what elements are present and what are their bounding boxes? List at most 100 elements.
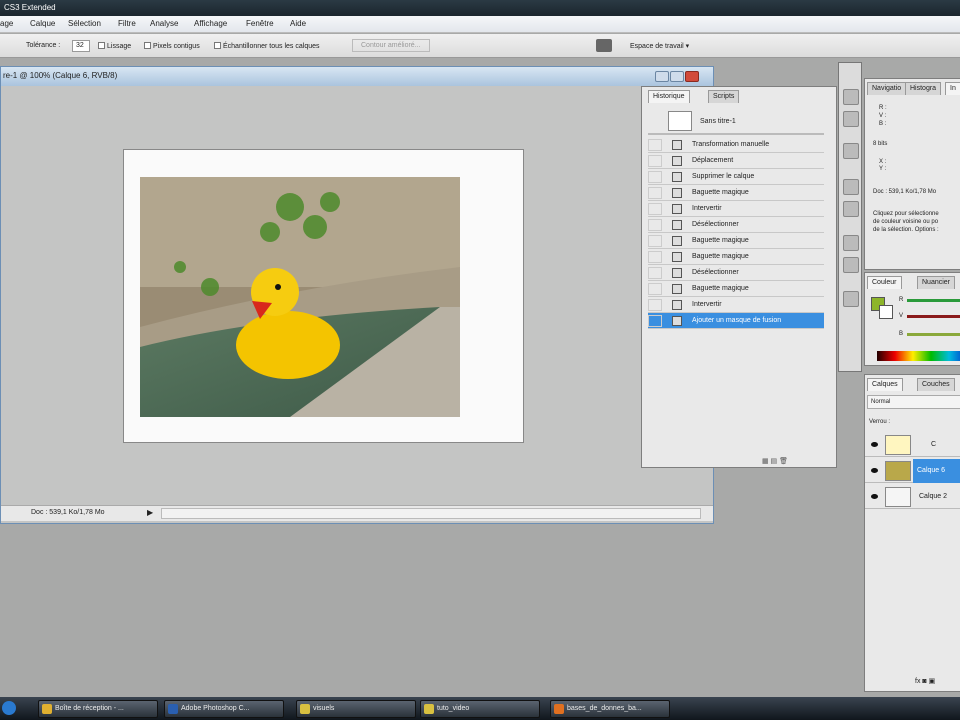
history-source-box[interactable]	[648, 139, 662, 151]
app-title: CS3 Extended	[4, 3, 56, 12]
history-item[interactable]: Déplacement	[648, 153, 824, 169]
menu-calque[interactable]: Calque	[30, 19, 55, 28]
info-bits: 8 bits	[873, 141, 888, 147]
horizontal-scrollbar[interactable]	[161, 508, 701, 519]
minimize-button[interactable]	[655, 71, 669, 82]
echantillonner-checkbox[interactable]: Échantillonner tous les calques	[214, 42, 320, 50]
history-item[interactable]: Baguette magique	[648, 185, 824, 201]
canvas[interactable]	[123, 149, 524, 443]
layer-row[interactable]: C	[865, 433, 960, 457]
blend-mode-dropdown[interactable]: Normal	[867, 395, 960, 409]
history-item[interactable]: Désélectionner	[648, 265, 824, 281]
lock-label: Verrou :	[869, 419, 891, 425]
history-item[interactable]: Baguette magique	[648, 233, 824, 249]
tool-icon[interactable]	[843, 179, 859, 195]
eye-icon[interactable]	[871, 494, 878, 499]
workspace-dropdown[interactable]: Espace de travail ▾	[630, 42, 689, 50]
layer-row[interactable]: Calque 6	[865, 459, 960, 483]
tool-icon[interactable]	[843, 257, 859, 273]
tolerance-input[interactable]: 32	[72, 40, 90, 52]
tool-icon[interactable]	[843, 89, 859, 105]
slider-r[interactable]	[907, 299, 960, 302]
palette-well-icon[interactable]	[596, 39, 612, 52]
history-footer-icons[interactable]: ▦ ▤ 🗑	[762, 457, 822, 465]
menu-aide[interactable]: Aide	[290, 19, 306, 28]
taskbar-label: visuels	[313, 705, 335, 712]
history-source-box[interactable]	[648, 267, 662, 279]
close-button[interactable]	[685, 71, 699, 82]
history-source-box[interactable]	[648, 203, 662, 215]
taskbar-button[interactable]: bases_de_donnes_ba...	[550, 700, 670, 718]
taskbar-button[interactable]: visuels	[296, 700, 416, 718]
background-color-swatch[interactable]	[879, 305, 893, 319]
tab-info[interactable]: In	[945, 82, 960, 95]
tab-scripts[interactable]: Scripts	[708, 90, 740, 103]
info-v: V :	[879, 113, 887, 119]
color-label-b: B	[899, 331, 904, 337]
layer-row[interactable]: Calque 2	[865, 485, 960, 509]
color-ramp[interactable]	[877, 351, 960, 361]
history-source-box[interactable]	[648, 315, 662, 327]
eye-icon[interactable]	[871, 468, 878, 473]
color-label-v: V	[899, 313, 904, 319]
layer-thumbnail	[885, 487, 911, 507]
app-icon	[42, 704, 52, 714]
history-snapshot[interactable]: Sans titre-1	[648, 109, 824, 135]
history-item[interactable]: Supprimer le calque	[648, 169, 824, 185]
color-label-r: R	[899, 297, 904, 303]
menu-filtre[interactable]: Filtre	[118, 19, 136, 28]
history-source-box[interactable]	[648, 219, 662, 231]
tab-couleur[interactable]: Couleur	[867, 276, 902, 289]
tool-icon[interactable]	[843, 201, 859, 217]
history-source-box[interactable]	[648, 283, 662, 295]
history-source-box[interactable]	[648, 299, 662, 311]
history-source-box[interactable]	[648, 171, 662, 183]
pixels-contigus-checkbox[interactable]: Pixels contigus	[144, 42, 200, 50]
tool-icon[interactable]	[843, 143, 859, 159]
history-item[interactable]: Transformation manuelle	[648, 137, 824, 153]
start-button[interactable]	[2, 701, 16, 715]
history-source-box[interactable]	[648, 187, 662, 199]
tab-couches[interactable]: Couches	[917, 378, 955, 391]
status-menu-arrow-icon[interactable]: ▶	[147, 508, 153, 517]
tab-nuancier[interactable]: Nuancier	[917, 276, 956, 289]
slider-v[interactable]	[907, 315, 960, 318]
eye-icon[interactable]	[871, 442, 878, 447]
contour-ameliore-button[interactable]: Contour amélioré...	[352, 39, 430, 52]
taskbar-button[interactable]: Boîte de réception - ...	[38, 700, 158, 718]
history-item[interactable]: Intervertir	[648, 297, 824, 313]
menu-analyse[interactable]: Analyse	[150, 19, 178, 28]
menu-affichage[interactable]: Affichage	[194, 19, 227, 28]
lissage-checkbox[interactable]: Lissage	[98, 42, 131, 50]
menu-fenetre[interactable]: Fenêtre	[246, 19, 274, 28]
color-panel: Couleur Nuancier R V B	[864, 272, 960, 366]
taskbar-button[interactable]: Adobe Photoshop C...	[164, 700, 284, 718]
history-item[interactable]: Baguette magique	[648, 249, 824, 265]
layers-footer-icons[interactable]: fx ◙ ▣	[915, 677, 935, 685]
tab-histogramme[interactable]: Histogra	[905, 82, 942, 95]
history-item[interactable]: Ajouter un masque de fusion	[648, 313, 824, 329]
tab-calques[interactable]: Calques	[867, 378, 903, 391]
history-item[interactable]: Désélectionner	[648, 217, 824, 233]
menu-image[interactable]: age	[0, 19, 13, 28]
tab-historique[interactable]: Historique	[648, 90, 690, 103]
history-source-box[interactable]	[648, 155, 662, 167]
menu-selection[interactable]: Sélection	[68, 19, 101, 28]
tab-navigateur[interactable]: Navigatio	[867, 82, 907, 95]
history-item[interactable]: Baguette magique	[648, 281, 824, 297]
history-source-box[interactable]	[648, 251, 662, 263]
info-y: Y :	[879, 166, 887, 172]
history-step-icon	[672, 268, 682, 278]
pixels-contigus-label: Pixels contigus	[153, 43, 200, 50]
history-item[interactable]: Intervertir	[648, 201, 824, 217]
snapshot-label: Sans titre-1	[700, 118, 736, 125]
duck-photo	[140, 177, 460, 417]
history-source-box[interactable]	[648, 235, 662, 247]
tool-icon[interactable]	[843, 291, 859, 307]
maximize-button[interactable]	[670, 71, 684, 82]
tool-icon[interactable]	[843, 235, 859, 251]
slider-b[interactable]	[907, 333, 960, 336]
tool-icon[interactable]	[843, 111, 859, 127]
taskbar-button[interactable]: tuto_video	[420, 700, 540, 718]
app-icon	[424, 704, 434, 714]
